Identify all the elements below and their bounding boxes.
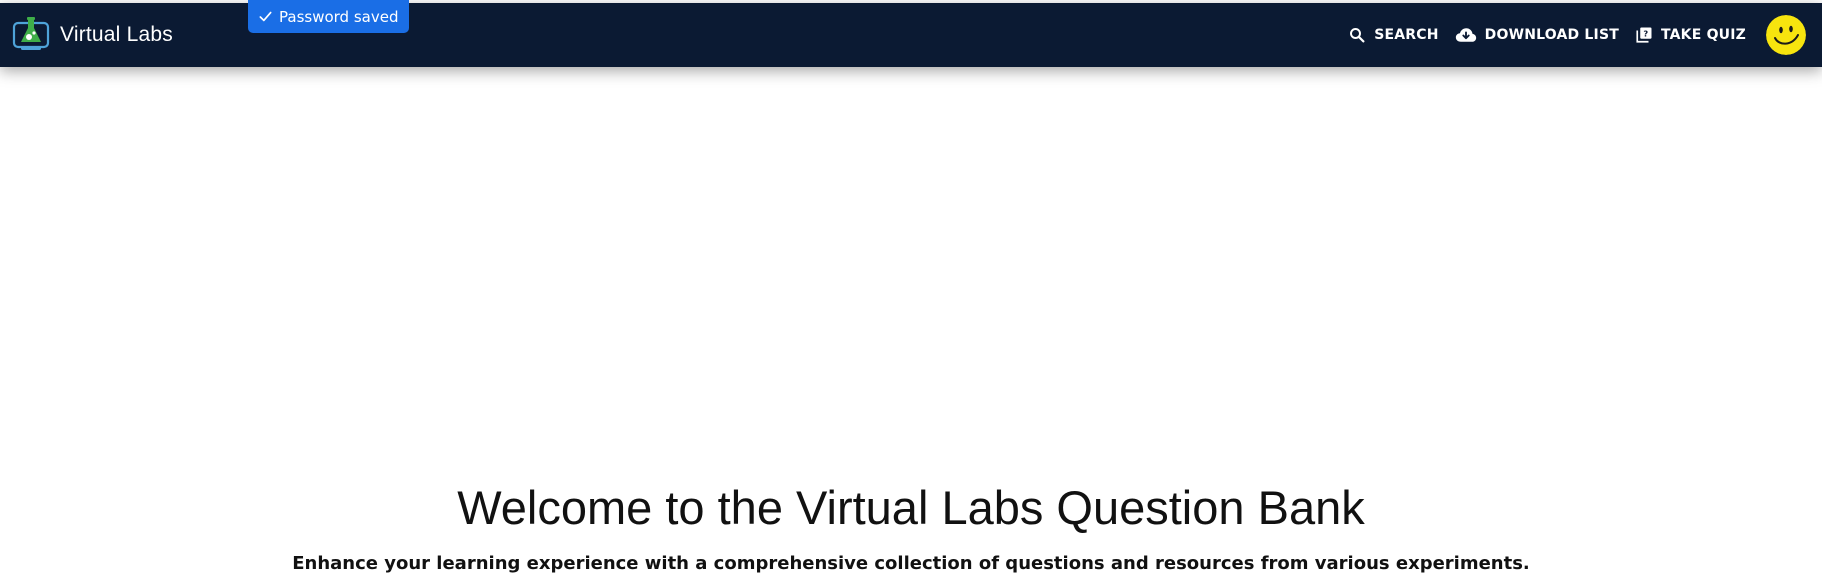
- toast-text: Password saved: [279, 7, 399, 26]
- cloud-download-icon: [1455, 28, 1476, 42]
- quiz-icon: ?: [1636, 27, 1652, 43]
- svg-text:?: ?: [1643, 29, 1648, 39]
- brand[interactable]: Virtual Labs: [12, 16, 173, 54]
- hero: Welcome to the Virtual Labs Question Ban…: [0, 474, 1822, 576]
- brand-title: Virtual Labs: [60, 23, 173, 46]
- check-icon: [259, 11, 272, 22]
- take-quiz-button-label: TAKE QUIZ: [1660, 27, 1746, 43]
- password-saved-toast: Password saved: [248, 0, 410, 33]
- page-subtitle: Enhance your learning experience with a …: [292, 553, 1530, 574]
- download-list-button-label: DOWNLOAD LIST: [1484, 27, 1619, 43]
- nav-actions: SEARCH DOWNLOAD LIST ? TAKE QUIZ: [1340, 15, 1806, 55]
- smiley-avatar-icon[interactable]: [1766, 15, 1806, 55]
- page: Virtual Labs SEARCH DOWNLOAD LIST ? TAKE…: [0, 0, 1822, 584]
- take-quiz-button[interactable]: ? TAKE QUIZ: [1627, 15, 1754, 55]
- flask-monitor-logo-icon: [12, 17, 50, 50]
- search-button[interactable]: SEARCH: [1340, 15, 1446, 55]
- search-icon: [1350, 28, 1365, 43]
- search-button-label: SEARCH: [1374, 27, 1439, 43]
- download-list-button[interactable]: DOWNLOAD LIST: [1447, 15, 1627, 55]
- page-title: Welcome to the Virtual Labs Question Ban…: [457, 481, 1365, 534]
